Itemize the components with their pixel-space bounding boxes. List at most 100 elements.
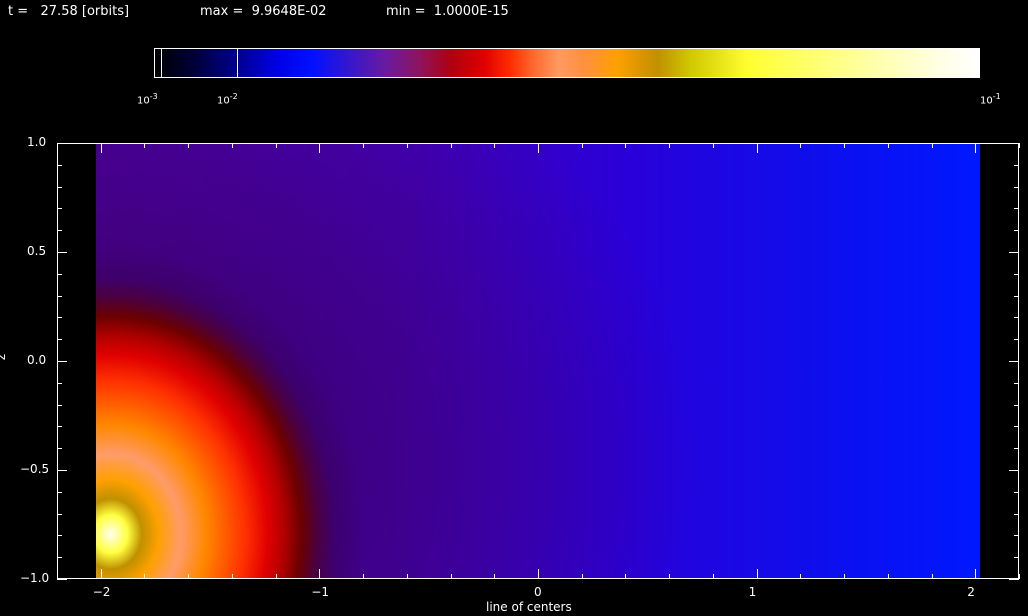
x-tick-label: −1 (311, 585, 330, 599)
x-minor-tick (144, 143, 145, 148)
x-minor-tick (1019, 574, 1020, 579)
colorbar-tick-1e-2: 10-2 (217, 92, 238, 107)
y-minor-tick (57, 165, 62, 166)
x-minor-tick (188, 143, 189, 148)
x-minor-tick (713, 143, 714, 148)
x-minor-tick (276, 143, 277, 148)
x-minor-tick (363, 574, 364, 579)
x-minor-tick (407, 574, 408, 579)
colorbar-min-marker (161, 49, 162, 77)
x-minor-tick (844, 574, 845, 579)
y-minor-tick (1014, 514, 1019, 515)
x-major-tick (975, 569, 976, 579)
x-minor-tick (494, 574, 495, 579)
density-field (96, 144, 980, 578)
x-major-tick (975, 143, 976, 153)
x-minor-tick (800, 143, 801, 148)
y-minor-tick (1014, 187, 1019, 188)
colorbar (154, 48, 980, 78)
y-minor-tick (1014, 557, 1019, 558)
x-major-tick (319, 143, 320, 153)
y-minor-tick (57, 426, 62, 427)
y-minor-tick (57, 557, 62, 558)
y-tick-label: 0.0 (27, 353, 47, 367)
y-major-tick (1009, 143, 1019, 144)
y-tick-label: 0.5 (27, 244, 47, 258)
y-minor-tick (57, 535, 62, 536)
colorbar-low-marker (237, 49, 238, 77)
x-axis-title: line of centers (486, 600, 572, 614)
y-major-tick (57, 361, 67, 362)
y-minor-tick (57, 296, 62, 297)
x-major-tick (757, 569, 758, 579)
x-major-tick (101, 569, 102, 579)
x-minor-tick (844, 143, 845, 148)
y-minor-tick (57, 339, 62, 340)
x-major-tick (319, 569, 320, 579)
x-minor-tick (625, 574, 626, 579)
y-minor-tick (1014, 426, 1019, 427)
x-minor-tick (669, 574, 670, 579)
x-minor-tick (800, 574, 801, 579)
x-major-tick (538, 569, 539, 579)
y-minor-tick (57, 274, 62, 275)
x-minor-tick (494, 143, 495, 148)
x-minor-tick (451, 574, 452, 579)
x-tick-label: −2 (92, 585, 111, 599)
x-minor-tick (144, 574, 145, 579)
x-minor-tick (582, 574, 583, 579)
y-minor-tick (57, 405, 62, 406)
y-major-tick (57, 470, 67, 471)
max-readout: max = 9.9648E-02 (200, 4, 327, 19)
y-axis-title: z (0, 354, 8, 360)
y-minor-tick (1014, 317, 1019, 318)
x-tick-label: 0 (534, 585, 542, 599)
x-minor-tick (888, 574, 889, 579)
x-major-tick (757, 143, 758, 153)
y-minor-tick (1014, 296, 1019, 297)
x-tick-label: 1 (748, 585, 757, 599)
y-tick-label: 1.0 (27, 135, 47, 149)
x-minor-tick (276, 574, 277, 579)
x-minor-tick (188, 574, 189, 579)
x-minor-tick (1019, 143, 1020, 148)
y-minor-tick (1014, 535, 1019, 536)
colorbar-tick-1e-1: 10-1 (980, 92, 1001, 107)
y-minor-tick (57, 208, 62, 209)
x-minor-tick (625, 143, 626, 148)
x-minor-tick (888, 143, 889, 148)
colorbar-tick-1e-3: 10-3 (137, 92, 158, 107)
y-minor-tick (57, 187, 62, 188)
y-minor-tick (1014, 339, 1019, 340)
y-minor-tick (1014, 274, 1019, 275)
x-minor-tick (932, 574, 933, 579)
x-minor-tick (582, 143, 583, 148)
y-minor-tick (1014, 208, 1019, 209)
x-major-tick (101, 143, 102, 153)
y-major-tick (1009, 361, 1019, 362)
y-minor-tick (1014, 448, 1019, 449)
y-minor-tick (57, 492, 62, 493)
x-minor-tick (232, 574, 233, 579)
x-minor-tick (451, 143, 452, 148)
y-minor-tick (57, 448, 62, 449)
min-readout: min = 1.0000E-15 (386, 4, 509, 19)
x-minor-tick (713, 574, 714, 579)
y-minor-tick (1014, 230, 1019, 231)
density-plot (57, 143, 1019, 579)
x-minor-tick (407, 143, 408, 148)
x-tick-label: 2 (967, 585, 975, 599)
y-minor-tick (57, 383, 62, 384)
y-tick-label: −1.0 (20, 571, 50, 585)
y-minor-tick (1014, 383, 1019, 384)
y-minor-tick (1014, 165, 1019, 166)
x-minor-tick (669, 143, 670, 148)
x-minor-tick (232, 143, 233, 148)
y-minor-tick (57, 317, 62, 318)
x-minor-tick (363, 143, 364, 148)
y-major-tick (57, 579, 67, 580)
y-tick-label: −0.5 (20, 462, 50, 476)
y-major-tick (57, 143, 67, 144)
y-major-tick (1009, 252, 1019, 253)
y-major-tick (57, 252, 67, 253)
